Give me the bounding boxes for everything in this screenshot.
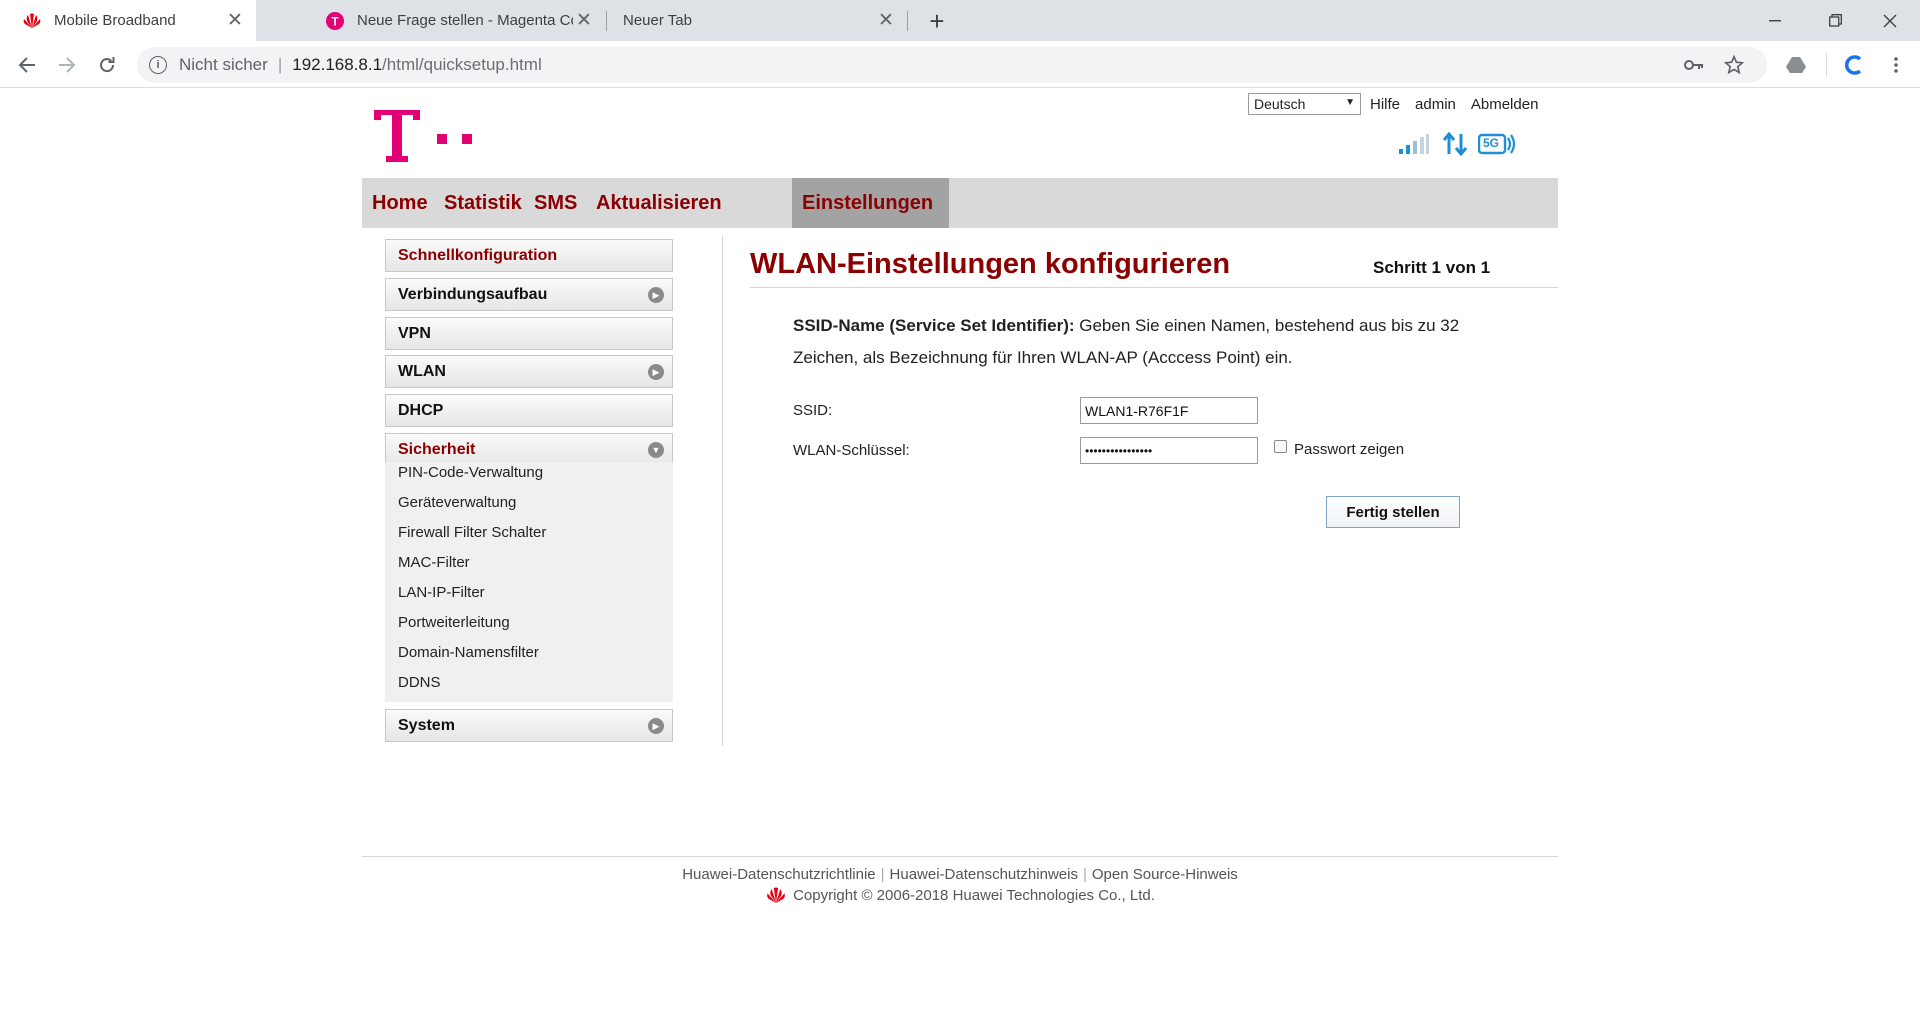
language-value: Deutsch [1254, 96, 1306, 112]
bookmark-star-icon[interactable] [1717, 47, 1751, 83]
footer-link-open-source[interactable]: Open Source-Hinweis [1092, 866, 1238, 883]
submenu-item-lan-ip-filter[interactable]: LAN-IP-Filter [398, 584, 485, 601]
tab-new-tab[interactable]: Neuer Tab ✕ [607, 0, 907, 41]
nav-sms[interactable]: SMS [524, 178, 587, 228]
description-label: SSID-Name (Service Set Identifier): [793, 316, 1075, 335]
restore-icon[interactable] [1805, 0, 1865, 41]
wlan-key-input[interactable]: •••••••••••••••• [1080, 437, 1258, 464]
ssid-input[interactable]: WLAN1-R76F1F [1080, 397, 1258, 424]
sidebar-item-label: Sicherheit [398, 440, 476, 458]
expand-arrow-icon: ▶ [648, 718, 664, 734]
reload-icon[interactable] [91, 49, 123, 81]
huawei-logo-icon [22, 11, 42, 31]
footer-link-privacy-policy[interactable]: Huawei-Datenschutzrichtlinie [682, 866, 875, 883]
key-icon[interactable] [1677, 47, 1711, 83]
sidebar-item-system[interactable]: System ▶ [385, 709, 673, 742]
new-tab-button[interactable]: + [922, 6, 952, 36]
copyright-text: Copyright © 2006-2018 Huawei Technologie… [793, 887, 1155, 904]
browser-toolbar: i Nicht sicher | 192.168.8.1 /html/quick… [0, 41, 1920, 88]
tab-title: Mobile Broadband [54, 12, 176, 29]
copyright: Copyright © 2006-2018 Huawei Technologie… [362, 887, 1558, 904]
finish-button[interactable]: Fertig stellen [1326, 496, 1460, 528]
page-title: WLAN-Einstellungen konfigurieren [750, 248, 1231, 280]
collapse-arrow-icon: ▼ [648, 442, 664, 458]
expand-arrow-icon: ▶ [648, 287, 664, 303]
content-divider [722, 236, 723, 746]
close-tab-icon[interactable]: ✕ [573, 10, 595, 32]
sidebar-item-vpn[interactable]: VPN [385, 317, 673, 350]
toolbar-divider [1826, 53, 1827, 77]
footer-separator: | [1082, 866, 1087, 883]
nav-einstellungen[interactable]: Einstellungen [792, 178, 949, 228]
show-password-checkbox[interactable] [1274, 440, 1287, 453]
sidebar-item-label: System [398, 716, 455, 734]
header-links: Deutsch ▼ Hilfe admin Abmelden [1248, 93, 1553, 115]
security-status: Nicht sicher [179, 55, 268, 74]
tab-magenta[interactable]: T Neue Frage stellen - Magenta Co ✕ [305, 0, 605, 41]
network-type-icon: 5G [1477, 132, 1516, 161]
ssid-label: SSID: [793, 402, 833, 419]
status-icons: 5G [1398, 131, 1516, 161]
url-host: 192.168.8.1 [292, 55, 383, 74]
tab-mobile-broadband[interactable]: Mobile Broadband ✕ [0, 0, 256, 41]
submenu-item-firewall[interactable]: Firewall Filter Schalter [398, 524, 546, 541]
submenu-item-mac-filter[interactable]: MAC-Filter [398, 554, 470, 571]
browser-tab-bar: Mobile Broadband ✕ T Neue Frage stellen … [0, 0, 1920, 41]
dropdown-arrow-icon: ▼ [1345, 97, 1355, 108]
extension-c-icon[interactable] [1838, 49, 1870, 81]
sidebar-item-verbindungsaufbau[interactable]: Verbindungsaufbau ▶ [385, 278, 673, 311]
nav-aktualisieren[interactable]: Aktualisieren [586, 178, 732, 228]
footer-link-privacy-notice[interactable]: Huawei-Datenschutzhinweis [890, 866, 1078, 883]
back-arrow-icon[interactable] [11, 49, 43, 81]
data-transfer-icon [1442, 131, 1468, 161]
telekom-favicon-icon: T [325, 11, 345, 31]
sidebar-item-label: Verbindungsaufbau [398, 285, 548, 303]
submenu-item-port-forwarding[interactable]: Portweiterleitung [398, 614, 510, 631]
help-link[interactable]: Hilfe [1370, 96, 1400, 113]
footer-links: Huawei-Datenschutzrichtlinie | Huawei-Date… [362, 866, 1558, 883]
sidebar-item-wlan[interactable]: WLAN ▶ [385, 355, 673, 388]
security-submenu: PIN-Code-Verwaltung Geräteverwaltung Fir… [385, 462, 673, 702]
tab-divider [907, 11, 908, 31]
step-indicator: Schritt 1 von 1 [1373, 258, 1491, 277]
expand-arrow-icon: ▶ [648, 364, 664, 380]
submenu-item-domain-filter[interactable]: Domain-Namensfilter [398, 644, 539, 661]
nav-home[interactable]: Home [362, 178, 438, 228]
language-select[interactable]: Deutsch ▼ [1248, 93, 1361, 115]
logout-link[interactable]: Abmelden [1471, 96, 1539, 113]
huawei-logo-icon [765, 887, 787, 904]
menu-kebab-icon[interactable] [1880, 49, 1912, 81]
telekom-logo[interactable] [374, 108, 486, 169]
address-divider: | [277, 55, 283, 74]
sidebar-item-label: WLAN [398, 362, 446, 380]
submenu-item-ddns[interactable]: DDNS [398, 674, 441, 691]
signal-strength-icon [1398, 133, 1430, 160]
tab-title: Neuer Tab [623, 12, 692, 29]
minimize-icon[interactable] [1745, 0, 1805, 41]
drive-extension-icon[interactable] [1780, 49, 1812, 81]
address-bar[interactable]: i Nicht sicher | 192.168.8.1 /html/quick… [137, 47, 1767, 83]
svg-text:T: T [331, 14, 339, 28]
footer-divider [362, 856, 1558, 857]
network-type-label: 5G [1483, 136, 1500, 150]
show-password-label[interactable]: Passwort zeigen [1294, 441, 1404, 458]
title-divider [750, 287, 1558, 288]
user-link[interactable]: admin [1415, 96, 1456, 113]
tab-title: Neue Frage stellen - Magenta Co [357, 12, 573, 29]
close-tab-icon[interactable]: ✕ [224, 10, 246, 32]
close-window-icon[interactable] [1860, 0, 1920, 41]
close-tab-icon[interactable]: ✕ [875, 10, 897, 32]
main-navigation: Home Statistik SMS Aktualisieren Einstel… [362, 178, 1558, 228]
sidebar-item-schnellkonfiguration[interactable]: Schnellkonfiguration [385, 239, 673, 272]
sidebar-item-dhcp[interactable]: DHCP [385, 394, 673, 427]
forward-arrow-icon[interactable] [51, 49, 83, 81]
nav-statistik[interactable]: Statistik [434, 178, 532, 228]
footer-separator: | [880, 866, 885, 883]
wlan-key-label: WLAN-Schlüssel: [793, 442, 910, 459]
url-path: /html/quicksetup.html [382, 55, 542, 74]
submenu-item-device-management[interactable]: Geräteverwaltung [398, 494, 516, 511]
info-icon[interactable]: i [149, 56, 167, 74]
ssid-description: SSID-Name (Service Set Identifier): Gebe… [793, 310, 1513, 374]
submenu-item-pin-code[interactable]: PIN-Code-Verwaltung [398, 464, 543, 481]
